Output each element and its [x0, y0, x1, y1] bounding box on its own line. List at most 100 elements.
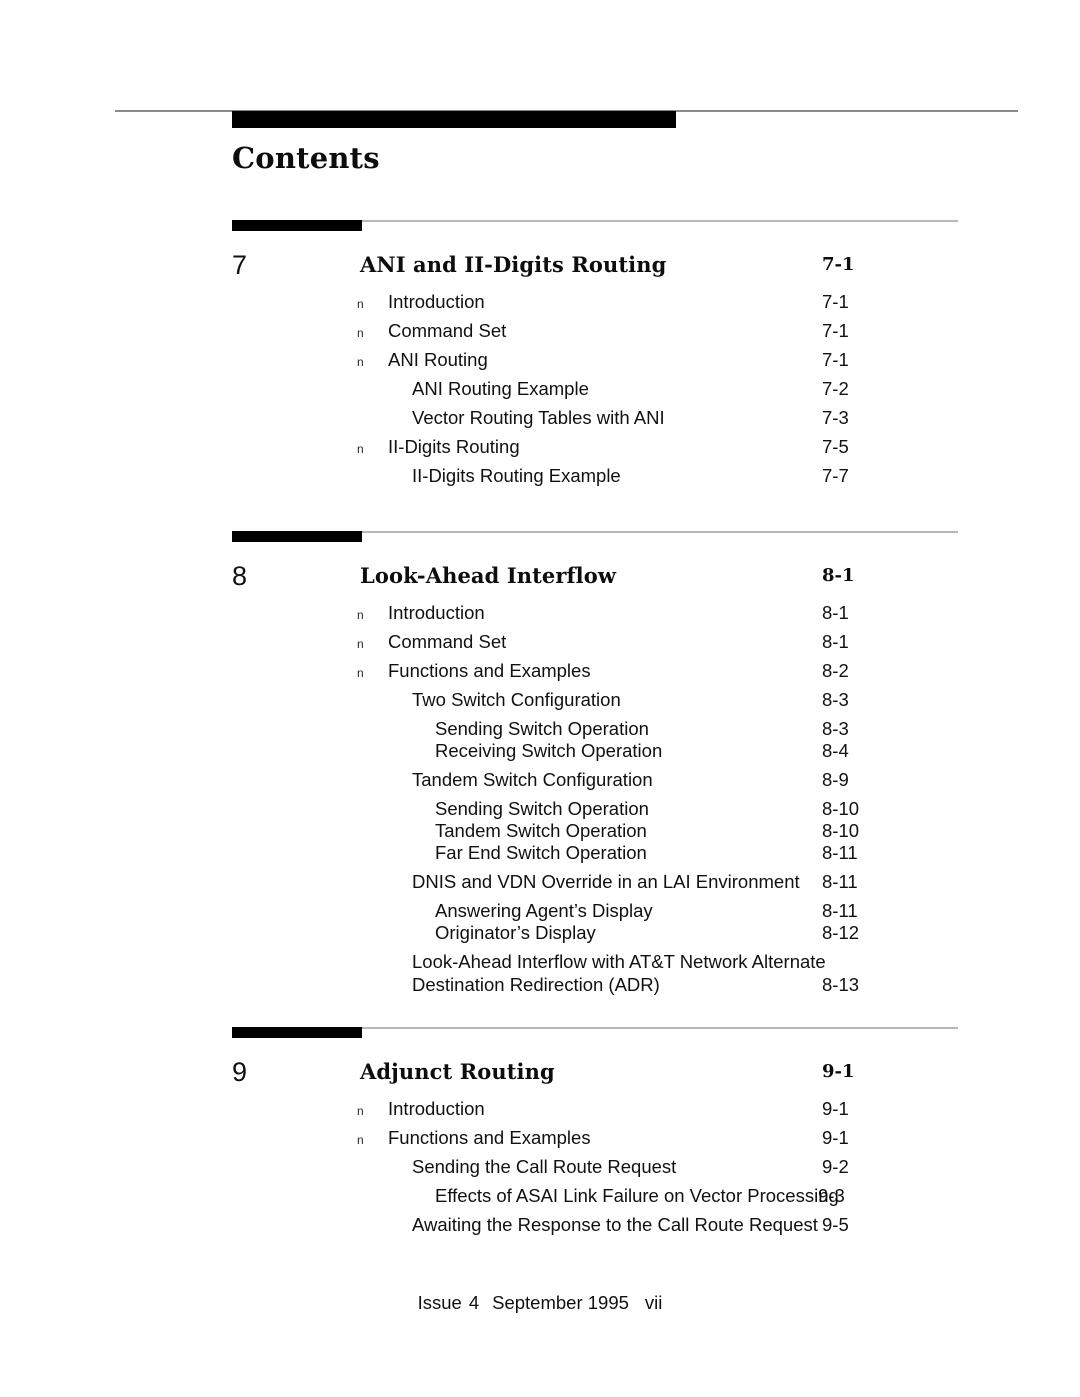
toc-entry-label: Look-Ahead Interflow with AT&T Network A… [412, 951, 826, 995]
toc-entry-label: DNIS and VDN Override in an LAI Environm… [412, 871, 800, 892]
section-black-bar [232, 220, 362, 231]
toc-entry-page-number: 8-10 [822, 798, 860, 819]
toc-entry[interactable]: Far End Switch Operation 8-11 [0, 841, 1080, 865]
chapter-number: 8 [232, 561, 248, 591]
toc-entry-label: Sending Switch Operation [435, 718, 649, 739]
toc-entry[interactable]: Two Switch Configuration 8-3 [0, 688, 1080, 712]
toc-entry[interactable]: Originator’s Display 8-12 [0, 921, 1080, 945]
toc-entry-label: Functions and Examples [388, 1127, 591, 1148]
chapter-title: Adjunct Routing [360, 1059, 555, 1084]
toc-entry-page-number: 7-3 [822, 407, 849, 428]
toc-entry[interactable]: II-Digits Routing Example 7-7 [0, 464, 1080, 488]
page-title: Contents [232, 141, 380, 175]
toc-entry-page-number: 8-4 [822, 740, 849, 761]
toc-entry-page-number: 8-3 [822, 718, 849, 739]
toc-entry-label: ANI Routing Example [412, 378, 589, 399]
toc-entry-page-number: 8-11 [822, 900, 858, 921]
chapter-heading[interactable]: 7 ANI and II-Digits Routing 7-1 [0, 248, 1080, 288]
toc-entry[interactable]: Sending Switch Operation 8-10 [0, 797, 1080, 821]
toc-page: Contents 7 ANI and II-Digits Routing 7-1 n I… [0, 0, 1080, 1397]
square-bullet-icon: n [357, 355, 364, 369]
chapter-page-number: 7-1 [822, 254, 855, 275]
square-bullet-icon: n [357, 297, 364, 311]
toc-entry-page-number: 8-1 [822, 631, 849, 652]
toc-entry-label: Effects of ASAI Link Failure on Vector P… [435, 1185, 839, 1206]
toc-entry-page-number: 9-1 [822, 1098, 849, 1119]
section-black-bar [232, 1027, 362, 1038]
toc-entry-label: Sending Switch Operation [435, 798, 649, 819]
square-bullet-icon: n [357, 326, 364, 340]
toc-entry[interactable]: n II-Digits Routing 7-5 [0, 435, 1080, 459]
toc-entry-label: II-Digits Routing Example [412, 465, 621, 486]
chapter-number: 7 [232, 250, 248, 280]
toc-entry[interactable]: DNIS and VDN Override in an LAI Environm… [0, 870, 1080, 894]
toc-entry[interactable]: n Command Set 8-1 [0, 630, 1080, 654]
toc-entry-page-number: 9-5 [822, 1214, 849, 1235]
toc-entry-label: Awaiting the Response to the Call Route … [412, 1214, 818, 1235]
toc-entry[interactable]: ANI Routing Example 7-2 [0, 377, 1080, 401]
toc-entry[interactable]: Sending the Call Route Request 9-2 [0, 1155, 1080, 1179]
toc-entry[interactable]: n Command Set 7-1 [0, 319, 1080, 343]
square-bullet-icon: n [357, 666, 364, 680]
chapter-title: ANI and II-Digits Routing [360, 252, 667, 277]
toc-entry[interactable]: n ANI Routing 7-1 [0, 348, 1080, 372]
chapter-title: Look-Ahead Interflow [360, 563, 617, 588]
toc-entry-page-number: 8-3 [822, 689, 849, 710]
toc-entry-page-number: 8-9 [822, 769, 849, 790]
toc-entry-page-number: 8-1 [822, 602, 849, 623]
toc-entry-page-number: 8-13 [822, 974, 860, 995]
toc-entry[interactable]: n Introduction 8-1 [0, 601, 1080, 625]
toc-entry[interactable]: n Introduction 9-1 [0, 1097, 1080, 1121]
toc-entry-page-number: 8-11 [822, 842, 858, 863]
chapter-number: 9 [232, 1057, 248, 1087]
toc-entry[interactable]: Look-Ahead Interflow with AT&T Network A… [0, 950, 1080, 996]
toc-entry[interactable]: n Functions and Examples 9-1 [0, 1126, 1080, 1150]
square-bullet-icon: n [357, 1133, 364, 1147]
toc-entry-label: Two Switch Configuration [412, 689, 621, 710]
toc-entry-label: Tandem Switch Configuration [412, 769, 653, 790]
square-bullet-icon: n [357, 442, 364, 456]
square-bullet-icon: n [357, 608, 364, 622]
toc-entry-page-number: 9-1 [822, 1127, 849, 1148]
footer-issue-label: Issue [417, 1292, 462, 1313]
toc-entry[interactable]: Awaiting the Response to the Call Route … [0, 1213, 1080, 1237]
chapter-heading[interactable]: 9 Adjunct Routing 9-1 [0, 1055, 1080, 1095]
toc-entry-page-number: 9-2 [822, 1156, 849, 1177]
toc-entry[interactable]: Answering Agent’s Display 8-11 [0, 899, 1080, 923]
chapter-heading[interactable]: 8 Look-Ahead Interflow 8-1 [0, 559, 1080, 599]
toc-entry[interactable]: n Introduction 7-1 [0, 290, 1080, 314]
toc-entry[interactable]: Sending Switch Operation 8-3 [0, 717, 1080, 741]
toc-entry-label: ANI Routing [388, 349, 488, 370]
toc-entry-label: Receiving Switch Operation [435, 740, 663, 761]
toc-entry-label: Command Set [388, 320, 507, 341]
toc-entry[interactable]: Receiving Switch Operation 8-4 [0, 739, 1080, 763]
toc-entry-label: Far End Switch Operation [435, 842, 647, 863]
toc-entry-label: Vector Routing Tables with ANI [412, 407, 665, 428]
toc-entry-label: Introduction [388, 1098, 485, 1119]
toc-entry-page-number: 7-2 [822, 378, 849, 399]
toc-entry-page-number: 7-7 [822, 465, 849, 486]
header-black-bar [232, 111, 676, 128]
toc-entry-page-number: 7-1 [822, 291, 849, 312]
toc-entry-page-number: 7-1 [822, 349, 849, 370]
toc-entry-page-number: 9-3 [818, 1185, 845, 1206]
toc-entry-label: Functions and Examples [388, 660, 591, 681]
toc-entry-page-number: 7-5 [822, 436, 849, 457]
footer-folio: vii [644, 1292, 663, 1313]
toc-entry-label: Tandem Switch Operation [435, 820, 647, 841]
toc-entry-page-number: 8-10 [822, 820, 860, 841]
toc-entry-label: Answering Agent’s Display [435, 900, 653, 921]
toc-entry[interactable]: Tandem Switch Configuration 8-9 [0, 768, 1080, 792]
toc-entry-label: Command Set [388, 631, 507, 652]
toc-entry-label: Introduction [388, 602, 485, 623]
toc-entry-label: Introduction [388, 291, 485, 312]
footer-issue-number: 4 [468, 1292, 480, 1313]
toc-entry-label: Originator’s Display [435, 922, 596, 943]
toc-entry[interactable]: Vector Routing Tables with ANI 7-3 [0, 406, 1080, 430]
toc-entry[interactable]: Effects of ASAI Link Failure on Vector P… [0, 1184, 1080, 1208]
toc-entry[interactable]: n Functions and Examples 8-2 [0, 659, 1080, 683]
page-footer: Issue 4 September 1995 vii [0, 1292, 1080, 1314]
toc-entry-label: II-Digits Routing [388, 436, 520, 457]
toc-entry[interactable]: Tandem Switch Operation 8-10 [0, 819, 1080, 843]
toc-entry-page-number: 8-12 [822, 922, 860, 943]
